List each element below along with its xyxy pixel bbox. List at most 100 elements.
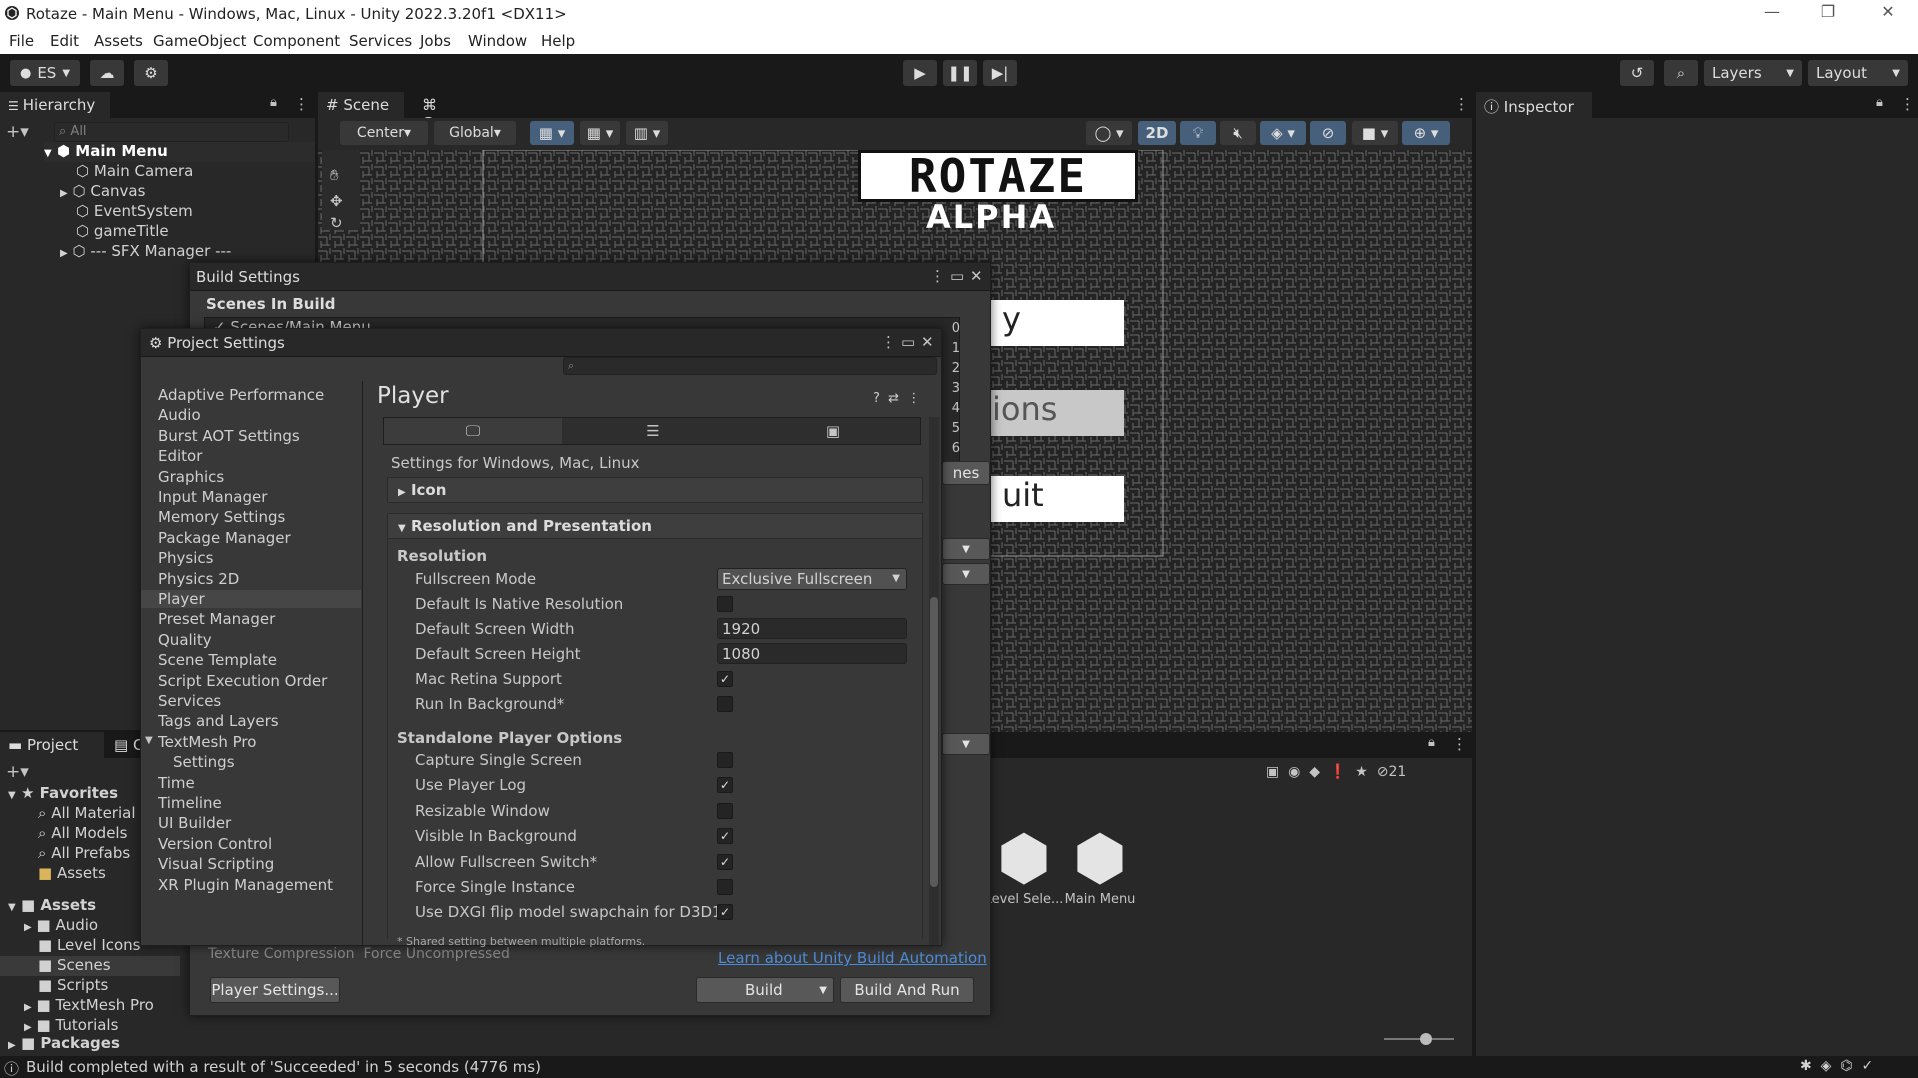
tab-scene[interactable]: # Scene xyxy=(318,92,404,118)
tab-inspector[interactable]: ⓘ Inspector xyxy=(1476,92,1592,118)
tab-standalone[interactable]: 🖵︎ xyxy=(384,418,562,444)
settings-category-item[interactable]: Timeline xyxy=(158,794,222,812)
favorite-item[interactable]: ⌕ All Models xyxy=(38,824,127,844)
asset-folder[interactable]: ■ Level Icons xyxy=(38,936,141,956)
bug-icon[interactable]: ✱ xyxy=(1800,1058,1812,1074)
add-open-scenes-button[interactable]: nes xyxy=(942,461,990,485)
maximize-icon[interactable]: ▭ xyxy=(901,333,915,351)
search-button[interactable]: ⌕ xyxy=(1664,60,1698,86)
settings-category-item[interactable]: Time xyxy=(158,774,195,792)
favorites-header[interactable]: ▼ ★ Favorites xyxy=(8,784,118,804)
more-menu-icon[interactable]: ⋮ xyxy=(930,267,945,285)
settings-category-item[interactable]: Quality xyxy=(158,631,212,649)
history-button[interactable]: ↺ xyxy=(1620,60,1654,86)
status-message[interactable]: Build completed with a result of 'Succee… xyxy=(26,1058,541,1076)
zoom-slider-thumb[interactable] xyxy=(1420,1033,1432,1045)
menu-component[interactable]: Component xyxy=(253,32,340,50)
settings-category-item[interactable]: Physics 2D xyxy=(158,570,239,588)
settings-category-item[interactable]: Graphics xyxy=(158,468,224,486)
close-window-button[interactable]: ✕ xyxy=(1860,2,1916,26)
lock-icon[interactable]: 🔒︎ xyxy=(270,95,277,110)
menu-help[interactable]: Help xyxy=(541,32,575,50)
settings-category-item[interactable]: Physics xyxy=(158,549,213,567)
standalone-option-checkbox[interactable] xyxy=(717,879,733,895)
settings-category-item[interactable]: UI Builder xyxy=(158,814,231,832)
learn-build-automation-link[interactable]: Learn about Unity Build Automation xyxy=(718,949,987,967)
asset-folder[interactable]: ▶ ■ Tutorials xyxy=(24,1016,118,1036)
settings-category-item[interactable]: Version Control xyxy=(158,835,272,853)
more-menu-icon[interactable]: ⋮ xyxy=(294,95,309,113)
hand-tool-icon[interactable]: ✋︎ xyxy=(330,166,339,184)
settings-category-item[interactable]: Package Manager xyxy=(158,529,291,547)
resolution-section-header[interactable]: ▼ Resolution and Presentation xyxy=(387,513,923,539)
settings-category-item[interactable]: XR Plugin Management xyxy=(158,876,333,894)
layers-icon[interactable]: ◈ xyxy=(1821,1058,1832,1074)
effects-toggle[interactable]: ◈ ▾ xyxy=(1260,121,1306,145)
menu-gameobject[interactable]: GameObject xyxy=(153,32,247,50)
asset-folder[interactable]: ▶ ■ Audio xyxy=(24,916,98,936)
icon-section-header[interactable]: ▶ Icon xyxy=(387,477,923,503)
player-settings-button[interactable]: Player Settings... xyxy=(210,977,340,1003)
tab-game[interactable]: ⌘ Game xyxy=(414,92,494,132)
pause-button[interactable]: ❚❚ xyxy=(943,60,977,86)
hierarchy-item[interactable]: ▶ ⬡ --- SFX Manager --- xyxy=(60,242,231,262)
layers-dropdown[interactable]: Layers ▼ xyxy=(1704,60,1802,86)
layout-dropdown[interactable]: Layout ▼ xyxy=(1808,60,1908,86)
build-and-run-button[interactable]: Build And Run xyxy=(840,977,974,1003)
settings-category-item[interactable]: Script Execution Order xyxy=(158,672,327,690)
scene-root[interactable]: ▼ ⬢ Main Menu xyxy=(44,142,315,162)
more-menu-icon[interactable]: ⋮ xyxy=(1454,95,1469,113)
settings-category-item[interactable]: Memory Settings xyxy=(158,508,285,526)
run-in-background-checkbox[interactable] xyxy=(717,696,733,712)
native-resolution-checkbox[interactable] xyxy=(717,596,733,612)
warning-icon[interactable]: ❗ xyxy=(1329,764,1346,780)
packages-header[interactable]: ▶ ■ Packages xyxy=(8,1034,120,1054)
audio-toggle[interactable]: 🔇︎ xyxy=(1220,121,1256,145)
more-menu-icon[interactable]: ⋮ xyxy=(881,333,896,351)
settings-category-item[interactable]: Input Manager xyxy=(158,488,267,506)
add-asset-button[interactable]: +▾ xyxy=(6,762,29,782)
2d-toggle[interactable]: 2D xyxy=(1138,121,1176,145)
close-icon[interactable]: ✕ xyxy=(970,267,983,285)
asset-folder-selected[interactable]: ■ Scenes xyxy=(0,956,180,976)
global-dropdown[interactable]: Global ▾ xyxy=(434,121,516,145)
close-icon[interactable]: ✕ xyxy=(921,333,934,351)
asset-folder[interactable]: ▶ ■ TextMesh Pro xyxy=(24,996,154,1016)
screen-height-field[interactable]: 1080 xyxy=(717,643,907,664)
move-tool-icon[interactable]: ✥ xyxy=(330,192,343,210)
mac-retina-checkbox[interactable]: ✓ xyxy=(717,671,733,687)
standalone-option-checkbox[interactable] xyxy=(717,802,733,819)
more-menu-icon[interactable]: ⋮ xyxy=(1452,735,1467,753)
fullscreen-mode-dropdown[interactable]: Exclusive Fullscreen ▼ xyxy=(717,568,907,590)
menu-window[interactable]: Window xyxy=(468,32,527,50)
settings-category-item[interactable]: TextMesh Pro xyxy=(158,733,256,751)
star-icon[interactable]: ★ xyxy=(1355,764,1368,780)
menu-edit[interactable]: Edit xyxy=(50,32,79,50)
tab-webgl[interactable]: ▣ xyxy=(744,418,922,444)
menu-jobs[interactable]: Jobs xyxy=(420,32,451,50)
account-dropdown[interactable]: ● ES ▼ xyxy=(10,60,80,86)
grid-snap-button[interactable]: ▦ ▾ xyxy=(530,121,574,145)
network-icon[interactable]: ⌬ xyxy=(1840,1058,1852,1074)
ruler-button[interactable]: ▥ ▾ xyxy=(626,121,668,145)
menu-assets[interactable]: Assets xyxy=(94,32,143,50)
preset-icon[interactable]: ⇄ xyxy=(888,391,899,406)
asset-tile[interactable]: ⬢ Main Menu xyxy=(1060,824,1140,914)
more-menu-icon[interactable]: ⋮ xyxy=(1900,95,1915,113)
settings-category-item[interactable]: Settings xyxy=(173,753,235,771)
add-object-button[interactable]: +▾ xyxy=(6,122,29,142)
tab-server[interactable]: ☰ xyxy=(564,418,742,444)
pivot-center-dropdown[interactable]: Center ▾ xyxy=(340,121,428,145)
settings-scrollbar[interactable] xyxy=(929,417,939,945)
draw-mode-button[interactable]: ◯ ▾ xyxy=(1086,121,1132,145)
play-menu-button[interactable]: y xyxy=(988,300,1124,346)
cloud-button[interactable]: ☁ xyxy=(90,60,124,86)
visibility-toggle[interactable]: ⊘ xyxy=(1310,121,1346,145)
options-menu-button[interactable]: ions xyxy=(988,390,1124,436)
help-icon[interactable]: ? xyxy=(873,391,880,406)
zoom-slider[interactable] xyxy=(1384,1033,1454,1045)
menu-file[interactable]: File xyxy=(9,32,34,50)
assets-header[interactable]: ▼ ■ Assets xyxy=(8,896,96,916)
standalone-option-checkbox[interactable]: ✓ xyxy=(717,777,733,794)
hierarchy-item[interactable]: ▶ ⬡ Canvas xyxy=(60,182,145,202)
